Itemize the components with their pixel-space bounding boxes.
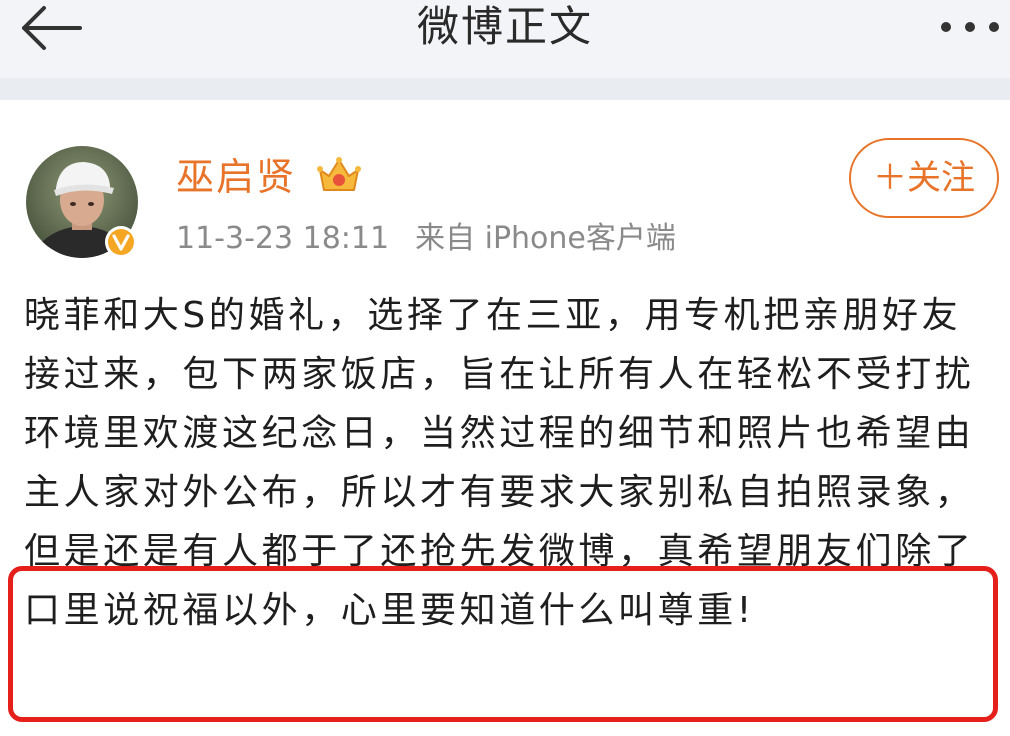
post-meta: 11-3-23 18:11 来自 iPhone客户端 [176,220,676,258]
follow-button[interactable]: ＋关注 [849,138,999,218]
section-divider [0,78,1010,100]
post-source: 来自 iPhone客户端 [415,221,676,256]
post-card: 巫启贤 11-3-23 18:11 来自 iPhone客户端 ＋关注 晓菲和大S的… [0,100,1010,736]
crown-badge-icon [316,156,362,196]
post-timestamp: 11-3-23 18:11 [176,221,390,256]
more-options-button[interactable] [934,10,1006,44]
page-title: 微博正文 [416,2,593,51]
top-navigation-bar: 微博正文 [0,0,1010,78]
author-name[interactable]: 巫启贤 [176,154,296,200]
more-dots-icon [941,22,999,32]
post-body-text: 晓菲和大S的婚礼，选择了在三亚，用专机把亲朋好友接过来，包下两家饭店，旨在让所有… [24,295,975,631]
verified-badge-icon [104,225,138,259]
